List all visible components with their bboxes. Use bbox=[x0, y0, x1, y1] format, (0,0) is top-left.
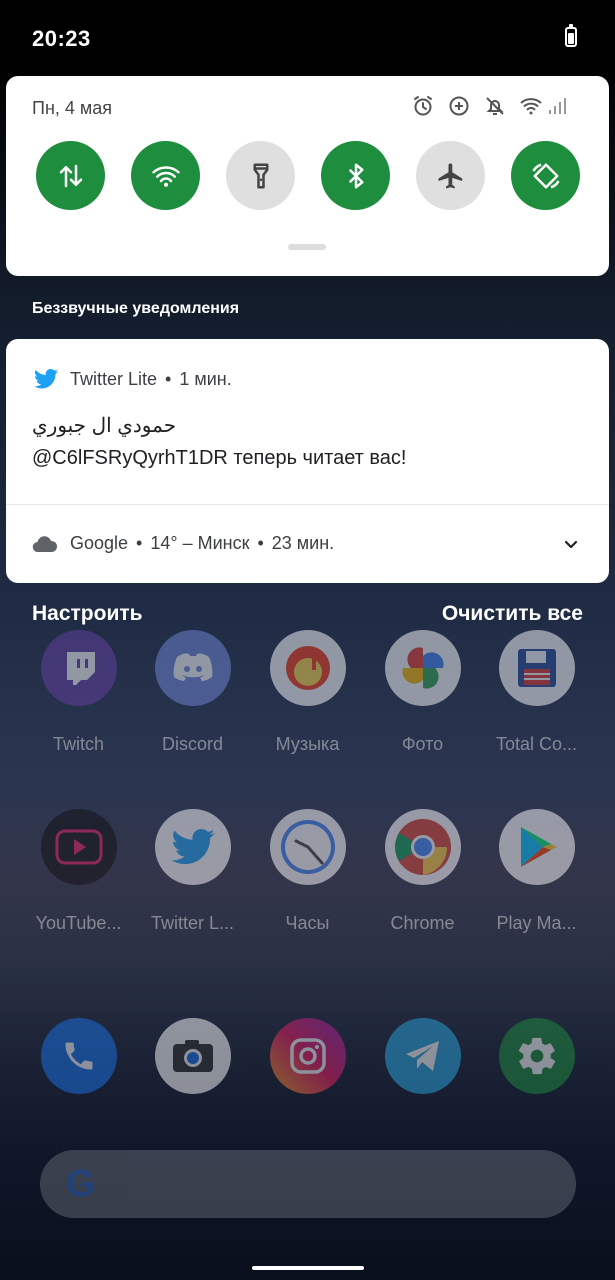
data-saver-icon bbox=[449, 96, 469, 116]
discord-icon bbox=[154, 630, 231, 706]
settings-icon bbox=[498, 1018, 575, 1094]
tile-flashlight[interactable] bbox=[226, 141, 295, 210]
clear-all-button[interactable]: Очистить все bbox=[442, 602, 583, 626]
cloud-icon bbox=[32, 535, 58, 552]
tile-wifi[interactable] bbox=[131, 141, 200, 210]
section-header: Беззвучные уведомления bbox=[32, 300, 240, 317]
quick-settings-tiles bbox=[36, 141, 580, 210]
app-play-market: Play Ma... bbox=[479, 809, 594, 934]
app-chrome: Chrome bbox=[365, 809, 480, 934]
app-label: Фото bbox=[401, 734, 444, 754]
twitter-bird-icon bbox=[154, 809, 231, 885]
chrome-icon bbox=[384, 809, 461, 885]
quick-settings-panel: Пн, 4 мая bbox=[6, 76, 609, 276]
google-search-bar: G bbox=[40, 1150, 576, 1218]
dock-phone bbox=[21, 1018, 136, 1094]
app-photos: Фото bbox=[365, 630, 480, 755]
tile-auto-rotate[interactable] bbox=[511, 141, 580, 210]
separator: • bbox=[165, 368, 172, 389]
app-label: Play Ma... bbox=[496, 913, 577, 933]
floppy-disk-icon bbox=[498, 630, 575, 706]
weather-time: 23 мин. bbox=[271, 533, 335, 553]
notifications-off-icon bbox=[486, 97, 504, 115]
separator: • bbox=[136, 533, 143, 553]
notification-app-name: Twitter Lite bbox=[70, 368, 158, 389]
tile-mobile-data[interactable] bbox=[36, 141, 105, 210]
twitter-bird-icon bbox=[34, 369, 58, 389]
navigation-handle[interactable] bbox=[252, 1266, 364, 1270]
divider bbox=[6, 504, 609, 505]
app-label: Discord bbox=[161, 734, 223, 754]
app-clock: Часы bbox=[250, 809, 365, 934]
google-logo: G bbox=[66, 1163, 96, 1205]
app-twitch: Twitch bbox=[21, 630, 136, 755]
app-youtube-vanced: YouTube... bbox=[21, 809, 136, 934]
notification-header: Twitter Lite • 1 мин. bbox=[34, 367, 232, 391]
app-label: Twitter L... bbox=[150, 913, 235, 933]
dock-settings bbox=[479, 1018, 594, 1094]
app-label: Twitch bbox=[52, 734, 104, 754]
settings-button[interactable]: Настроить bbox=[32, 602, 143, 626]
telegram-icon bbox=[384, 1018, 461, 1094]
youtube-icon bbox=[40, 809, 117, 885]
notification-time: 1 мин. bbox=[179, 368, 232, 389]
notification-card[interactable]: Twitter Lite • 1 мин. حمودي ال جبوري @C6… bbox=[6, 339, 609, 583]
notification-title: حمودي ال جبوري bbox=[32, 415, 177, 437]
app-label: Музыка bbox=[275, 734, 340, 754]
wifi-icon bbox=[151, 165, 180, 187]
app-label: YouTube... bbox=[35, 913, 122, 933]
clock-icon bbox=[269, 809, 346, 885]
chevron-down-icon[interactable] bbox=[562, 535, 580, 553]
dock-telegram bbox=[365, 1018, 480, 1094]
photos-icon bbox=[384, 630, 461, 706]
app-total-commander: Total Co... bbox=[479, 630, 594, 755]
data-arrows-icon bbox=[59, 164, 82, 187]
app-discord: Discord bbox=[135, 630, 250, 755]
app-twitter-lite: Twitter L... bbox=[135, 809, 250, 934]
separator: • bbox=[257, 533, 264, 553]
app-label: Total Co... bbox=[495, 734, 578, 754]
app-label: Chrome bbox=[390, 913, 455, 933]
flashlight-icon bbox=[253, 163, 268, 188]
app-label: Часы bbox=[285, 913, 330, 933]
notification-text: @C6lFSRyQyrhT1DR теперь читает вас! bbox=[32, 447, 407, 469]
date-label[interactable]: Пн, 4 мая bbox=[32, 98, 112, 119]
weather-summary: 14° – Минск bbox=[150, 533, 250, 553]
bluetooth-icon bbox=[348, 163, 363, 188]
cell-signal-icon bbox=[549, 98, 566, 114]
twitch-icon bbox=[40, 630, 117, 706]
music-icon bbox=[269, 630, 346, 706]
camera-icon bbox=[154, 1018, 231, 1094]
weather-app-name: Google bbox=[70, 533, 129, 553]
rotate-icon bbox=[531, 163, 560, 188]
phone-icon bbox=[40, 1018, 117, 1094]
weather-notification[interactable]: Google • 14° – Минск • 23 мин. bbox=[32, 533, 334, 554]
status-icons bbox=[411, 94, 569, 118]
app-music: Музыка bbox=[250, 630, 365, 755]
dock-instagram bbox=[250, 1018, 365, 1094]
alarm-icon bbox=[414, 96, 432, 116]
dock-camera bbox=[135, 1018, 250, 1094]
instagram-icon bbox=[269, 1018, 346, 1094]
play-store-icon bbox=[498, 809, 575, 885]
airplane-icon bbox=[438, 163, 462, 188]
wifi-signal-icon bbox=[520, 98, 542, 115]
drag-handle[interactable] bbox=[288, 244, 326, 250]
tile-airplane-mode[interactable] bbox=[416, 141, 485, 210]
tile-bluetooth[interactable] bbox=[321, 141, 390, 210]
